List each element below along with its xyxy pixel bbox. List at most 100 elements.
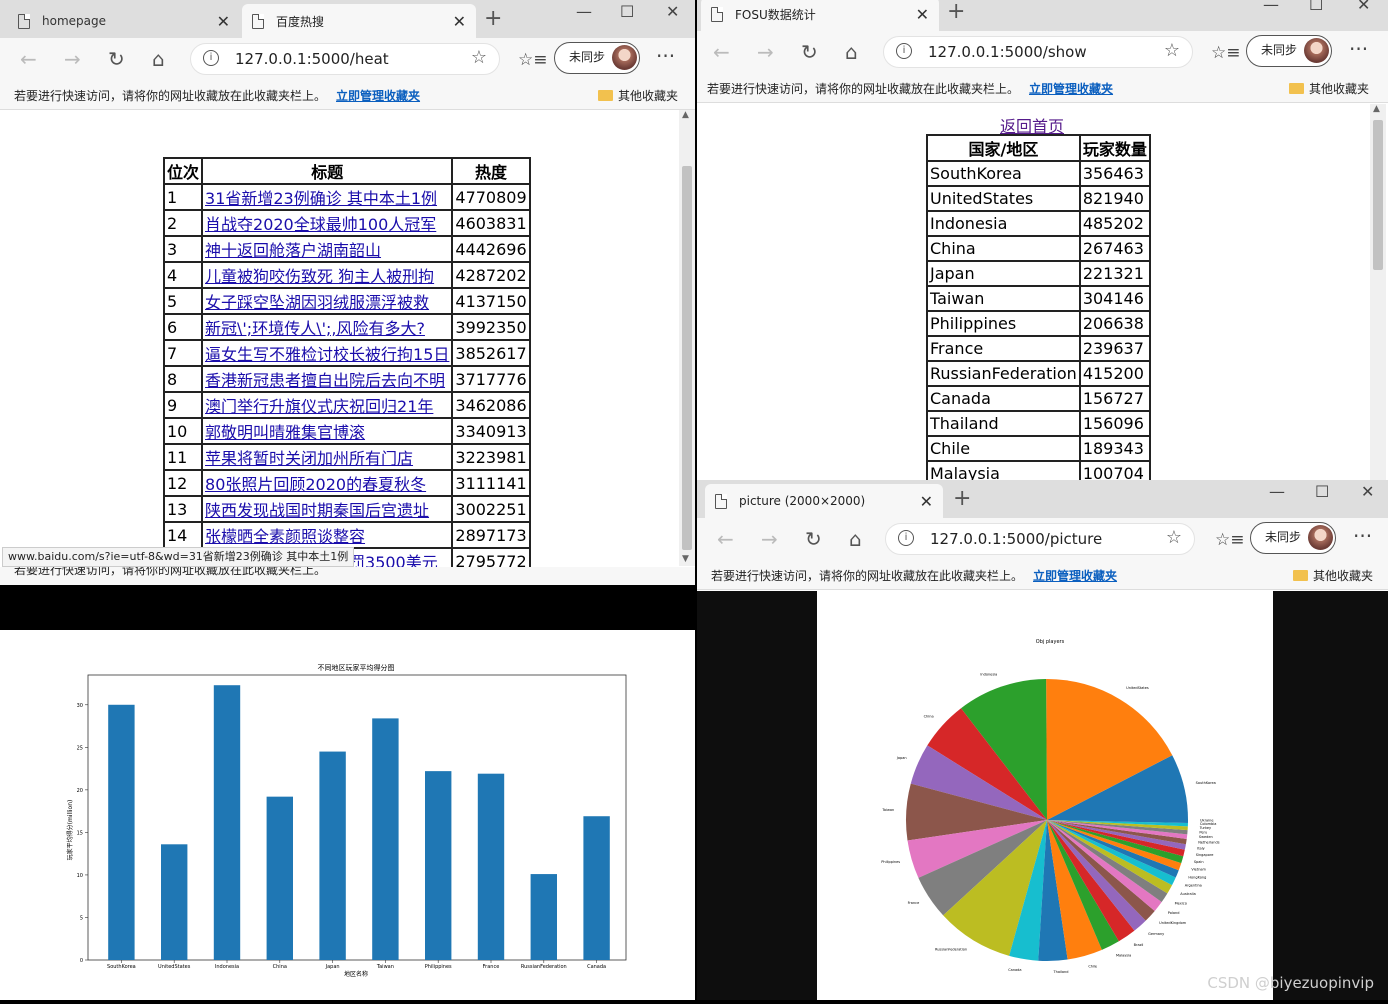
forward-icon[interactable]: → — [761, 527, 778, 551]
tab-homepage[interactable]: homepage ✕ — [8, 4, 240, 38]
favorites-icon[interactable]: ☆≡ — [1215, 530, 1244, 550]
new-tab-icon[interactable]: + — [484, 6, 502, 31]
address-bar[interactable]: i 127.0.0.1:5000/show ☆ — [883, 36, 1193, 68]
hot-search-link[interactable]: 苹果将暂时关闭加州所有门店 — [205, 449, 413, 468]
window-close-icon[interactable]: ✕ — [666, 2, 679, 21]
chart-title: 不同地区玩家平均得分图 — [318, 663, 395, 672]
other-favorites-folder[interactable]: 其他收藏夹 — [1293, 567, 1373, 584]
other-favorites-folder[interactable]: 其他收藏夹 — [1289, 80, 1369, 97]
favorite-star-icon[interactable]: ☆ — [1164, 40, 1180, 61]
x-axis-label: 地区名称 — [344, 970, 368, 978]
scrollbar-thumb[interactable] — [682, 166, 692, 550]
scrollbar-thumb[interactable] — [1373, 120, 1383, 270]
country-cell: France — [926, 335, 1081, 362]
hot-search-link[interactable]: 80张照片回顾2020的春夏秋冬 — [205, 475, 426, 494]
country-cell: Taiwan — [926, 285, 1081, 312]
hot-search-link[interactable]: 新冠\';环境传人\';,风险有多大? — [205, 319, 425, 338]
back-icon[interactable]: ← — [717, 527, 734, 551]
table-row: UnitedStates 821940 — [926, 185, 1151, 212]
back-icon[interactable]: ← — [20, 47, 37, 71]
x-tick-label: France — [483, 964, 500, 970]
refresh-icon[interactable]: ↻ — [108, 47, 125, 71]
minimize-icon[interactable]: — — [1263, 0, 1279, 14]
manage-favorites-link[interactable]: 立即管理收藏夹 — [336, 89, 420, 103]
scroll-up-icon[interactable]: ▲ — [1373, 104, 1380, 114]
hot-search-link[interactable]: 儿童被狗咬伤致死 狗主人被刑拘 — [205, 267, 434, 286]
maximize-icon[interactable]: ☐ — [1315, 482, 1329, 501]
maximize-icon[interactable]: ☐ — [620, 2, 634, 21]
vertical-scrollbar[interactable]: ▲ ▼ — [679, 110, 695, 566]
profile-sync-button[interactable]: 未同步 — [1246, 35, 1332, 67]
heat-cell: 3852617 — [451, 339, 531, 367]
table-row: RussianFederation 415200 — [926, 360, 1151, 387]
bar — [319, 751, 346, 960]
address-bar[interactable]: i 127.0.0.1:5000/heat ☆ — [190, 43, 500, 75]
info-icon[interactable]: i — [896, 43, 912, 59]
x-tick-label: RussianFederation — [521, 964, 567, 970]
hot-search-link[interactable]: 31省新增23例确诊 其中本土1例 — [205, 189, 437, 208]
new-tab-icon[interactable]: + — [953, 486, 971, 511]
window-close-icon[interactable]: ✕ — [1361, 482, 1374, 501]
scroll-up-icon[interactable]: ▲ — [682, 110, 689, 120]
favorites-icon[interactable]: ☆≡ — [1211, 43, 1240, 63]
info-icon[interactable]: i — [203, 50, 219, 66]
vertical-scrollbar[interactable]: ▲ — [1370, 104, 1386, 480]
minimize-icon[interactable]: — — [576, 2, 592, 21]
more-menu-icon[interactable]: ··· — [1353, 524, 1372, 548]
home-icon[interactable]: ⌂ — [849, 527, 862, 551]
hot-search-link[interactable]: 陕西发现战国时期秦国后宫遗址 — [205, 501, 429, 520]
rank-cell: 3 — [162, 235, 204, 263]
tab-fosu-stats[interactable]: FOSU数据统计 ✕ — [701, 0, 939, 31]
hot-search-link[interactable]: 张檬晒全素颜照谈整容 — [205, 527, 365, 546]
close-tab-icon[interactable]: ✕ — [916, 5, 929, 24]
rank-cell: 2 — [162, 209, 204, 237]
hot-search-link[interactable]: 肖战夺2020全球最帅100人冠军 — [205, 215, 436, 234]
profile-sync-button[interactable]: 未同步 — [554, 42, 640, 74]
scroll-down-icon[interactable]: ▼ — [682, 554, 689, 564]
address-bar[interactable]: i 127.0.0.1:5000/picture ☆ — [885, 523, 1195, 555]
home-icon[interactable]: ⌂ — [845, 40, 858, 64]
back-icon[interactable]: ← — [713, 40, 730, 64]
table-row: 6 新冠\';环境传人\';,风险有多大? 3992350 — [162, 313, 531, 341]
favorite-star-icon[interactable]: ☆ — [471, 47, 487, 68]
forward-icon[interactable]: → — [757, 40, 774, 64]
favorite-star-icon[interactable]: ☆ — [1166, 527, 1182, 548]
pie-label: UnitedKingdom — [1159, 921, 1187, 925]
toolbar: ← → ↻ ⌂ i 127.0.0.1:5000/heat ☆ ☆≡ 未同步 ·… — [0, 38, 695, 80]
hot-search-link[interactable]: 郭敬明叫晴雅集官博滚 — [205, 423, 365, 442]
hot-search-link[interactable]: 女子踩空坠湖因羽绒服漂浮被救 — [205, 293, 429, 312]
close-tab-icon[interactable]: ✕ — [453, 12, 466, 31]
manage-favorites-link[interactable]: 立即管理收藏夹 — [1029, 82, 1113, 96]
info-icon[interactable]: i — [898, 530, 914, 546]
image-viewer-background: Obj players SouthKorea UnitedStates Indone… — [697, 591, 1388, 1000]
new-tab-icon[interactable]: + — [947, 0, 965, 24]
close-tab-icon[interactable]: ✕ — [217, 12, 230, 31]
hot-search-link[interactable]: 澳门举行升旗仪式庆祝回归21年 — [205, 397, 433, 416]
maximize-icon[interactable]: ☐ — [1309, 0, 1323, 14]
country-cell: Japan — [926, 260, 1081, 287]
manage-favorites-link[interactable]: 立即管理收藏夹 — [1033, 569, 1117, 583]
tab-baidu-hot[interactable]: 百度热搜 ✕ — [242, 4, 476, 38]
home-icon[interactable]: ⌂ — [152, 47, 165, 71]
hot-search-link[interactable]: 逼女生写不雅检讨校长被行拘15日 — [205, 345, 449, 364]
refresh-icon[interactable]: ↻ — [801, 40, 818, 64]
more-menu-icon[interactable]: ··· — [656, 44, 675, 68]
refresh-icon[interactable]: ↻ — [805, 527, 822, 551]
rank-cell: 12 — [162, 469, 204, 497]
pie-label: Vietnam — [1191, 868, 1206, 872]
profile-sync-button[interactable]: 未同步 — [1250, 522, 1336, 554]
table-header-row: 位次 标题 热度 — [162, 157, 531, 185]
forward-icon[interactable]: → — [64, 47, 81, 71]
pie-label: Germany — [1148, 932, 1164, 936]
window-close-icon[interactable]: ✕ — [1357, 0, 1370, 14]
avatar — [1304, 38, 1329, 63]
favorites-icon[interactable]: ☆≡ — [518, 50, 547, 70]
pie-chart-image: Obj players SouthKorea UnitedStates Indone… — [817, 591, 1273, 1000]
close-tab-icon[interactable]: ✕ — [920, 492, 933, 511]
more-menu-icon[interactable]: ··· — [1349, 37, 1368, 61]
hot-search-link[interactable]: 香港新冠患者擅自出院后去向不明 — [205, 371, 445, 390]
other-favorites-folder[interactable]: 其他收藏夹 — [598, 87, 678, 104]
hot-search-link[interactable]: 神十返回舱落户湖南韶山 — [205, 241, 381, 260]
minimize-icon[interactable]: — — [1269, 482, 1285, 501]
tab-picture[interactable]: picture (2000×2000) ✕ — [705, 484, 943, 518]
